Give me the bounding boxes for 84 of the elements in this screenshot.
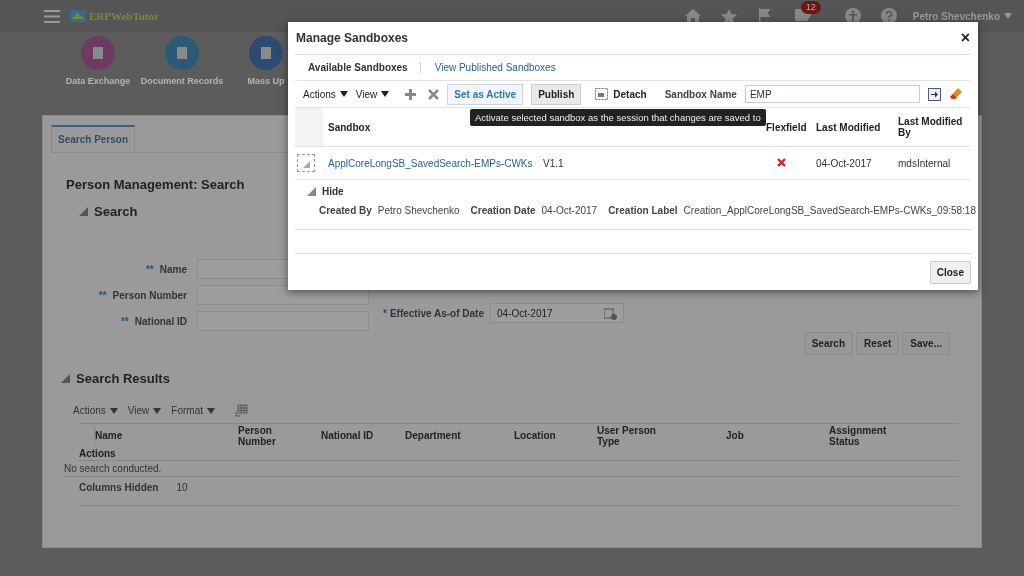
column-header: Last Modified By (898, 116, 964, 138)
hidden-count: 10 (176, 482, 188, 493)
column-header: Name (95, 430, 123, 442)
column-header: Flexfield (766, 121, 807, 133)
table-cell: mdsInternal (898, 157, 951, 169)
detach-icon (595, 88, 609, 100)
caret-icon (339, 91, 348, 97)
form-button[interactable]: Search (803, 332, 854, 355)
column-header: User Person Type (597, 424, 657, 447)
dialog-tab[interactable]: View Published Sandboxes (419, 62, 568, 73)
logo-icon (70, 10, 86, 22)
sandbox-link[interactable]: ApplCoreLongSB_SavedSearch-EMPs-CWKs (328, 157, 533, 169)
toolbar-menu[interactable]: Format (171, 405, 215, 416)
toolbar-menu[interactable]: Actions (73, 405, 118, 416)
caret-icon (381, 91, 390, 97)
home-icon[interactable] (684, 9, 701, 23)
collapse-icon[interactable] (79, 207, 88, 216)
triangle-icon[interactable] (307, 187, 316, 196)
add-icon[interactable] (405, 88, 417, 100)
eraser-icon[interactable] (948, 87, 963, 101)
detach-button[interactable]: Detach (595, 88, 647, 100)
toolbar-menu[interactable]: View (355, 88, 390, 100)
column-header: National ID (321, 430, 374, 442)
field-label: ** National ID (119, 315, 187, 327)
collapse-icon[interactable] (61, 374, 70, 383)
close-button[interactable]: Close (929, 260, 971, 284)
star-icon[interactable] (720, 8, 737, 24)
row-header-background (295, 108, 323, 146)
column-header: Department (405, 430, 461, 442)
page-title: Person Management: Search (66, 177, 245, 192)
toolbar-menu[interactable]: Actions (303, 88, 348, 100)
column-header: Last Modified (816, 121, 881, 133)
column-header: Assignment Status (829, 424, 888, 447)
logo-text: ERPWebTutor (89, 10, 159, 22)
field-label: ** Name (144, 263, 187, 275)
expand-toggle[interactable] (297, 154, 315, 172)
caret-icon (153, 407, 162, 414)
detail-field: Creation Label Creation_ApplCoreLongSB_SavedSearch-EMPs-CWKs_09:58:18 (608, 205, 976, 216)
field-label: * Effective As-of Date (383, 307, 484, 319)
go-icon[interactable] (927, 87, 941, 101)
springboard-label[interactable]: Mass Up (247, 76, 285, 86)
detail-field: Creation Date 04-Oct-2017 (470, 205, 598, 216)
caret-icon (206, 407, 215, 414)
triangle-icon (302, 161, 310, 168)
column-header: Sandbox (328, 121, 371, 133)
delete-icon[interactable] (428, 88, 440, 100)
notification-count: 12 (800, 1, 821, 14)
form-button[interactable]: Save... (902, 332, 950, 355)
column-header: Person Number (238, 424, 277, 447)
table-icon[interactable] (234, 404, 248, 417)
hidden-label: Columns Hidden (79, 482, 159, 493)
date-field[interactable]: 04-Oct-2017 (490, 303, 624, 323)
table-cell: V1.1 (543, 157, 564, 169)
publish-button[interactable]: Publish (531, 83, 582, 105)
dialog-tab[interactable]: Available Sandboxes (308, 62, 420, 73)
page-tab[interactable]: Search Person (51, 125, 136, 152)
detail-field: Created By Petro Shevchenko (319, 205, 460, 216)
section-title: Search (94, 204, 138, 219)
field-label: ** Person Number (97, 289, 187, 301)
set-active-button[interactable]: Set as Active (447, 83, 524, 105)
menu-icon[interactable] (44, 9, 60, 23)
calendar-icon[interactable] (604, 306, 617, 320)
springboard-icon[interactable] (81, 36, 115, 70)
column-header: Location (514, 430, 556, 442)
close-button[interactable]: × (960, 29, 970, 47)
empty-message: No search conducted. (64, 463, 162, 474)
flag-icon[interactable] (756, 8, 773, 24)
form-button[interactable]: Reset (856, 332, 900, 355)
springboard-icon[interactable] (249, 36, 283, 70)
springboard-label[interactable]: Data Exchange (65, 76, 131, 86)
springboard-icon[interactable] (165, 36, 199, 70)
field-label: Sandbox Name (664, 88, 737, 100)
dialog-title: Manage Sandboxes (296, 31, 409, 45)
springboard-label[interactable]: Document Records (140, 76, 224, 86)
caret-icon (1004, 13, 1012, 19)
tooltip: Activate selected sandbox as the session that changes are saved to (470, 109, 766, 126)
column-header: Actions (79, 448, 116, 460)
caret-icon (109, 407, 118, 414)
column-header: Job (726, 430, 744, 442)
table-cell: 04-Oct-2017 (816, 157, 872, 169)
hide-toggle[interactable]: Hide (307, 186, 344, 197)
section-title: Search Results (76, 371, 170, 386)
sandbox-name-field[interactable]: EMP (744, 85, 920, 103)
toolbar-menu[interactable]: View (127, 405, 162, 416)
